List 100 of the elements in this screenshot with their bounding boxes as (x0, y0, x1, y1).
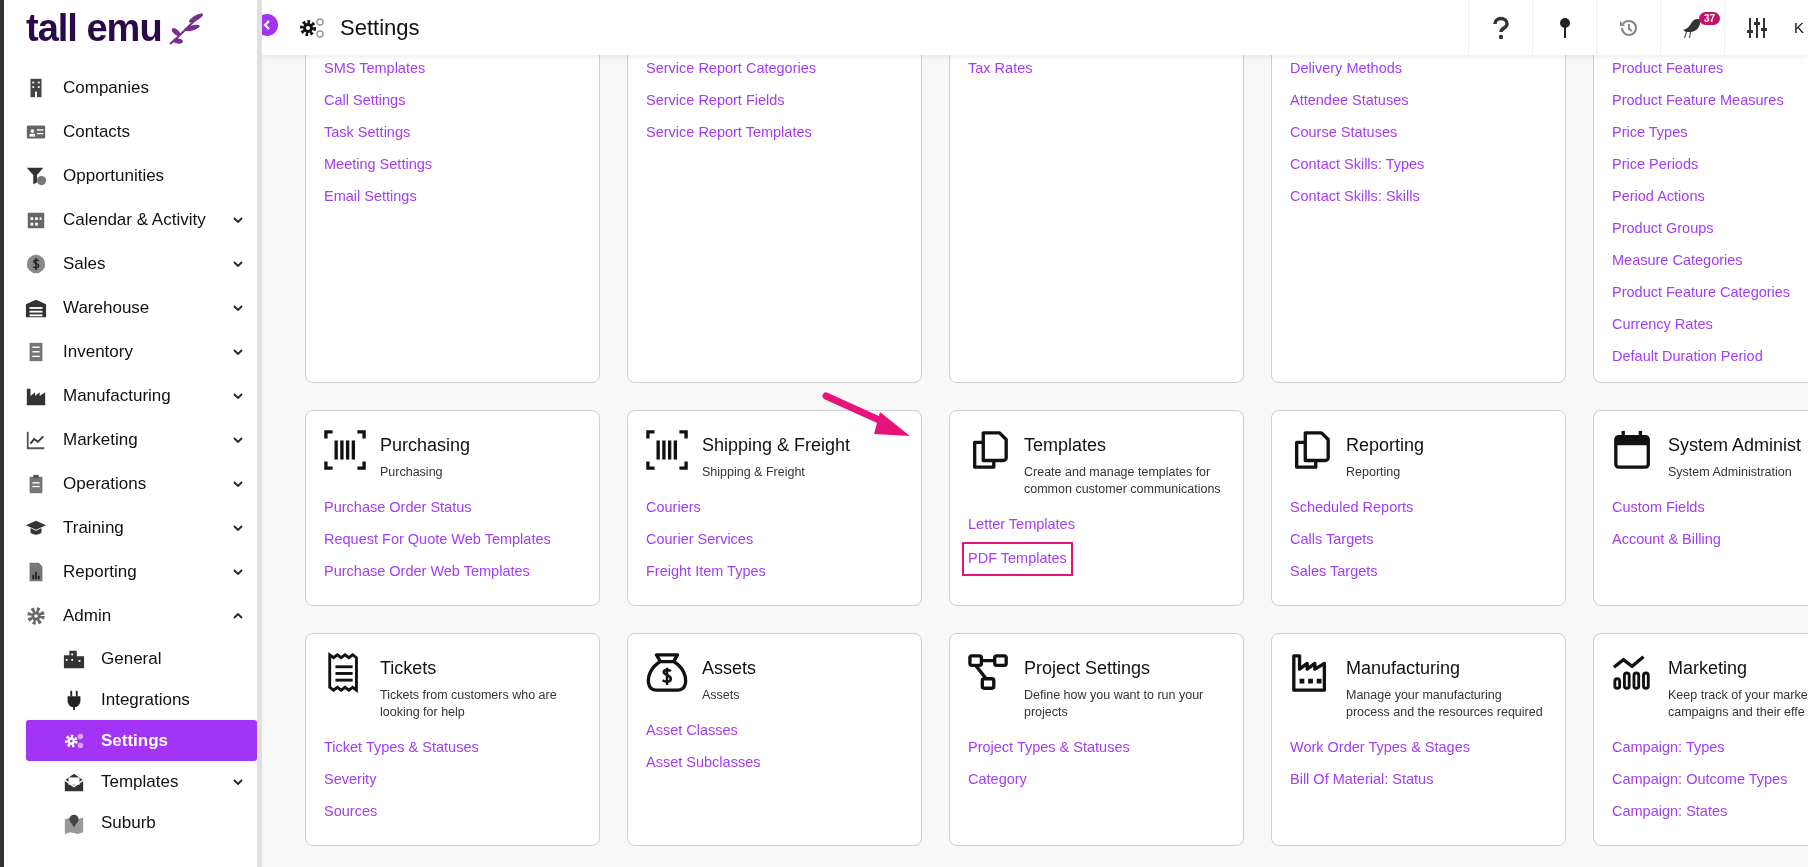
sidebar-item[interactable]: Reporting (4, 550, 257, 594)
sidebar-item[interactable]: Warehouse (4, 286, 257, 330)
sidebar-item[interactable]: General (26, 638, 257, 679)
settings-link[interactable]: Purchase Order Status (324, 495, 472, 527)
settings-link[interactable]: Default Duration Period (1612, 344, 1763, 376)
settings-link[interactable]: Account & Billing (1612, 527, 1721, 559)
settings-link[interactable]: Contact Skills: Types (1290, 152, 1425, 184)
settings-link[interactable]: Service Report Categories (646, 56, 817, 88)
settings-link[interactable]: Course Statuses (1290, 120, 1398, 152)
card-description: System Administration (1668, 464, 1793, 481)
settings-link[interactable]: Email Settings (324, 184, 417, 216)
gear-icon (24, 605, 48, 627)
settings-link[interactable]: Delivery Methods (1290, 56, 1402, 88)
card-title: System Administ (1668, 435, 1802, 456)
settings-link[interactable]: Attendee Statuses (1290, 88, 1409, 120)
gears-icon (298, 15, 326, 40)
settings-link[interactable]: Ticket Types & Statuses (324, 735, 479, 767)
funnel-icon (24, 165, 48, 187)
card-description: Tickets from customers who are looking for help (380, 687, 558, 721)
settings-link[interactable]: Campaign: Types (1612, 735, 1725, 767)
sidebar-item[interactable]: Templates (26, 761, 257, 802)
warehouse-icon (24, 297, 48, 319)
settings-link[interactable]: Price Periods (1612, 152, 1699, 184)
settings-link[interactable]: Service Report Fields (646, 88, 785, 120)
sidebar-item[interactable]: Companies (4, 66, 257, 110)
sidebar-item[interactable]: Training (4, 506, 257, 550)
settings-link[interactable]: Request For Quote Web Templates (324, 527, 551, 559)
settings-link[interactable]: Price Types (1612, 120, 1688, 152)
settings-link[interactable]: Asset Subclasses (646, 750, 761, 782)
settings-link[interactable]: Meeting Settings (324, 152, 432, 184)
settings-link[interactable]: Calls Targets (1290, 527, 1374, 559)
sidebar-item[interactable]: Admin (4, 594, 257, 638)
card-description: Create and manage templates for common customer communications (1024, 464, 1222, 498)
card-title: Purchasing (380, 435, 471, 456)
settings-link[interactable]: Measure Categories (1612, 248, 1743, 280)
card-description: Keep track of your marke campaigns and their effe (1668, 687, 1808, 721)
sidebar-item[interactable]: Sales (4, 242, 257, 286)
settings-link[interactable]: Contact Skills: Skills (1290, 184, 1420, 216)
settings-link[interactable]: Sources (324, 799, 378, 831)
sidebar-item[interactable]: Settings (26, 720, 257, 761)
card-description: Purchasing (380, 464, 444, 481)
settings-link[interactable]: Product Features (1612, 56, 1724, 88)
settings-link[interactable]: Bill Of Material: Status (1290, 767, 1434, 799)
card-title: Templates (1024, 435, 1108, 456)
settings-link[interactable]: Product Groups (1612, 216, 1714, 248)
settings-link[interactable]: Scheduled Reports (1290, 495, 1414, 527)
settings-link[interactable]: Freight Item Types (646, 559, 766, 591)
card-title: Project Settings (1024, 658, 1152, 679)
sidebar-item[interactable]: Opportunities (4, 154, 257, 198)
barcode-icon (324, 429, 366, 471)
settings-link[interactable]: Custom Fields (1612, 495, 1705, 527)
settings-link[interactable]: SMS Templates (324, 56, 426, 88)
settings-link[interactable]: Currency Rates (1612, 312, 1713, 344)
chevron-left-icon (262, 19, 273, 31)
notification-badge: 37 (1698, 12, 1720, 25)
settings-link[interactable]: Couriers (646, 495, 701, 527)
card-title: Shipping & Freight (702, 435, 851, 456)
card-description: Shipping & Freight (702, 464, 806, 481)
settings-link[interactable]: Letter Templates (968, 512, 1075, 544)
card-description: Manage your manufacturing process and the resources required (1346, 687, 1544, 721)
card-description: Reporting (1346, 464, 1402, 481)
settings-link[interactable]: Period Actions (1612, 184, 1705, 216)
settings-link[interactable]: Category (968, 767, 1027, 799)
settings-link[interactable]: Work Order Types & Stages (1290, 735, 1470, 767)
settings-link[interactable]: Project Types & Statuses (968, 735, 1130, 767)
settings-link[interactable]: Campaign: Outcome Types (1612, 767, 1788, 799)
sidebar-item[interactable]: Calendar & Activity (4, 198, 257, 242)
card-description: Assets (702, 687, 741, 704)
logo-text: tall emu (26, 6, 162, 50)
card-title: Assets (702, 658, 757, 679)
settings-link[interactable]: Call Settings (324, 88, 406, 120)
settings-link[interactable]: Task Settings (324, 120, 411, 152)
card-title: Marketing (1668, 658, 1749, 679)
settings-link[interactable]: Campaign: States (1612, 799, 1728, 831)
settings-link[interactable]: Courier Services (646, 527, 754, 559)
user-initial[interactable]: K (1788, 19, 1808, 36)
settings-link[interactable]: Severity (324, 767, 377, 799)
settings-link[interactable]: Sales Targets (1290, 559, 1378, 591)
settings-link[interactable]: Tax Rates (968, 56, 1033, 88)
settings-link[interactable]: Product Feature Measures (1612, 88, 1784, 120)
sidebar-item[interactable]: Integrations (26, 679, 257, 720)
card-description: Define how you want to run your projects (1024, 687, 1205, 721)
sidebar-item[interactable]: Operations (4, 462, 257, 506)
sidebar-item[interactable]: Contacts (4, 110, 257, 154)
collapse-button[interactable] (262, 14, 278, 36)
sidebar-item[interactable]: Manufacturing (4, 374, 257, 418)
sidebar-item[interactable]: Suburb (26, 802, 257, 843)
sidebar-item[interactable]: Marketing (4, 418, 257, 462)
sliders-icon (1744, 15, 1769, 40)
card-title: Manufacturing (1346, 658, 1462, 679)
card-title: Reporting (1346, 435, 1425, 456)
card-title: Tickets (380, 658, 438, 679)
barcode-icon (646, 429, 688, 471)
settings-link[interactable]: Asset Classes (646, 718, 738, 750)
settings-link[interactable]: Service Report Templates (646, 120, 812, 152)
settings-link[interactable]: Purchase Order Web Templates (324, 559, 530, 591)
money-bag-icon (646, 652, 688, 694)
sidebar-item[interactable]: Inventory (4, 330, 257, 374)
settings-link[interactable]: Product Feature Categories (1612, 280, 1791, 312)
dollar-coin-icon (24, 253, 48, 275)
